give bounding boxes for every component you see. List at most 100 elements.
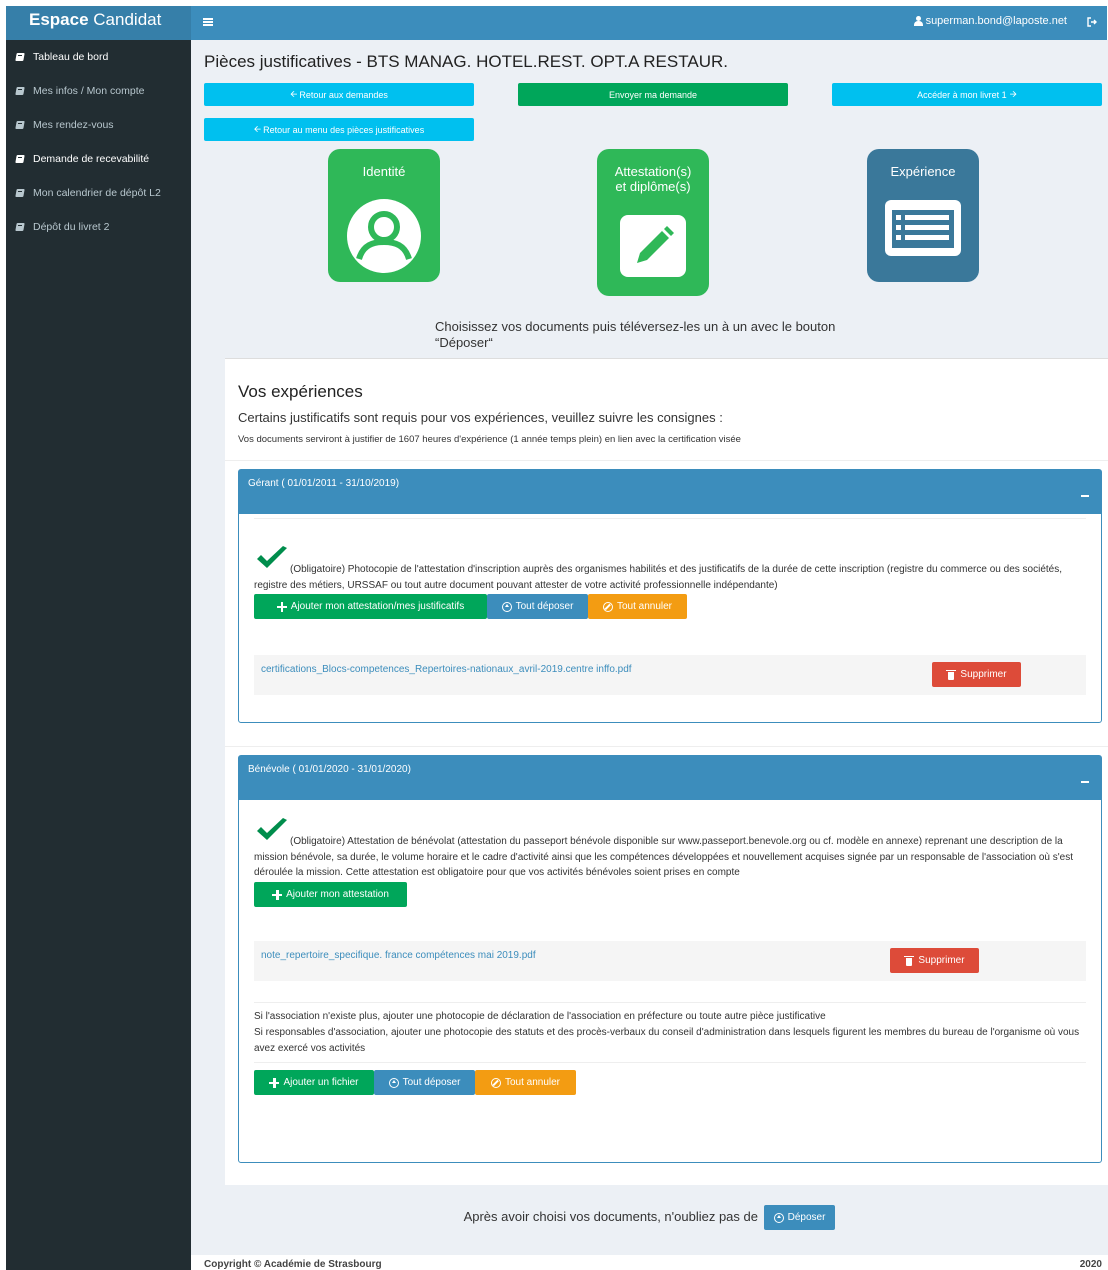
copyright: Copyright © Académie de Strasbourg (204, 1259, 382, 1270)
sidebar-item-dashboard[interactable]: Tableau de bord (6, 40, 191, 74)
upload-all-label: Tout déposer (402, 1077, 461, 1088)
upload-icon (501, 601, 512, 612)
cancel-all-button[interactable]: Tout annuler (588, 594, 687, 619)
deposit-button[interactable]: Déposer (763, 1205, 836, 1230)
divider (254, 1062, 1086, 1063)
arrow-left-icon: 🡨 (290, 88, 298, 99)
tile-experience-label: Expérience (890, 164, 956, 179)
trash-icon (904, 955, 915, 966)
add-file-button[interactable]: Ajouter un fichier (254, 1070, 374, 1095)
upload-icon (773, 1212, 784, 1223)
brand-logo[interactable]: Espace Candidat (6, 6, 191, 40)
deposit-reminder-text: Après avoir choisi vos documents, n'oubl… (463, 1208, 758, 1224)
uploaded-file-link[interactable]: note_repertoire_specifique. france compé… (261, 950, 536, 961)
sidebar-item-calendar[interactable]: Mon calendrier de dépôt L2 (6, 176, 191, 210)
sidebar-item-appointments[interactable]: Mes rendez-vous (6, 108, 191, 142)
uploaded-file-row: certifications_Blocs-competences_Reperto… (254, 655, 1086, 695)
sign-out-icon[interactable] (1087, 17, 1097, 27)
sidebar-item-label: Mon calendrier de dépôt L2 (33, 187, 161, 199)
sidebar-item-label: Demande de recevabilité (33, 153, 150, 165)
sidebar-item-label: Tableau de bord (33, 51, 109, 63)
add-attestation-button[interactable]: Ajouter mon attestation/mes justificatif… (254, 594, 487, 619)
sidebar-item-label: Mes infos / Mon compte (33, 85, 145, 97)
divider (254, 1002, 1086, 1003)
divider (225, 746, 1108, 747)
back-to-requests-label: Retour aux demandes (299, 89, 388, 100)
cancel-all-label: Tout annuler (504, 1077, 561, 1088)
cancel-all-button[interactable]: Tout annuler (475, 1070, 576, 1095)
book-icon (15, 222, 25, 232)
tile-experience[interactable]: Expérience (867, 149, 979, 282)
brand-bold: Espace (29, 10, 89, 29)
experiences-panel: Vos expériences Certains justificatifs s… (225, 358, 1108, 1185)
extra-note-1: Si l'association n'existe plus, ajouter … (254, 1011, 826, 1022)
add-attestation-label: Ajouter mon attestation (286, 889, 389, 900)
delete-file-label: Supprimer (960, 669, 1007, 680)
back-to-requests-button[interactable]: 🡨 Retour aux demandes (204, 83, 474, 106)
pencil-icon (620, 215, 686, 277)
sidebar-item-account[interactable]: Mes infos / Mon compte (6, 74, 191, 108)
upload-all-label: Tout déposer (515, 601, 574, 612)
experience-heading: Bénévole ( 01/01/2020 - 31/01/2020) (248, 764, 411, 775)
main-content: Pièces justificatives - BTS MANAG. HOTEL… (191, 40, 1108, 1270)
delete-file-button[interactable]: Supprimer (932, 662, 1021, 687)
tile-attestations[interactable]: Attestation(s) et diplôme(s) (597, 149, 709, 296)
upload-hint: Choisissez vos documents puis téléversez… (435, 319, 836, 350)
user-menu[interactable]: superman.bond@laposte.net (913, 15, 1067, 27)
uploaded-file-link[interactable]: certifications_Blocs-competences_Reperto… (261, 664, 632, 675)
experience-header[interactable]: Gérant ( 01/01/2011 - 31/10/2019) (239, 470, 1101, 514)
book-icon (15, 154, 25, 164)
sidebar-item-admissibility[interactable]: Demande de recevabilité (6, 142, 191, 176)
arrow-left-icon: 🡨 (253, 123, 262, 134)
back-to-menu-button[interactable]: 🡨 Retour au menu des pièces justificative… (204, 118, 474, 141)
copyright-year: 2020 (1079, 1259, 1102, 1270)
top-navbar: superman.bond@laposte.net (191, 6, 1107, 40)
user-email: superman.bond@laposte.net (925, 15, 1067, 27)
extra-note-2: Si responsables d'association, ajouter u… (254, 1027, 1080, 1054)
experiences-title: Vos expériences (238, 382, 363, 401)
delete-file-label: Supprimer (918, 955, 965, 966)
extra-file-actions: Ajouter un fichier Tout déposer Tout ann… (254, 1070, 576, 1095)
add-file-label: Ajouter un fichier (283, 1077, 359, 1088)
upload-all-button[interactable]: Tout déposer (487, 594, 588, 619)
experiences-subtitle: Certains justificatifs sont requis pour … (238, 410, 723, 425)
sidebar: Tableau de bord Mes infos / Mon compte M… (6, 40, 191, 1270)
send-request-button[interactable]: Envoyer ma demande (518, 83, 788, 106)
collapse-icon[interactable] (1081, 781, 1089, 783)
user-circle-icon (347, 199, 421, 273)
menu-toggle-icon[interactable] (203, 18, 213, 26)
uploaded-file-row: note_repertoire_specifique. france compé… (254, 941, 1086, 981)
book-icon (15, 52, 25, 62)
divider (254, 518, 1086, 519)
send-request-label: Envoyer ma demande (608, 89, 698, 100)
tile-attestations-line2: et diplôme(s) (615, 179, 691, 194)
file-actions: Ajouter mon attestation (254, 882, 407, 907)
add-attestation-label: Ajouter mon attestation/mes justificatif… (290, 601, 465, 612)
file-actions: Ajouter mon attestation/mes justificatif… (254, 594, 687, 619)
ban-icon (602, 601, 613, 612)
delete-file-button[interactable]: Supprimer (890, 948, 979, 973)
experience-card-gerant: Gérant ( 01/01/2011 - 31/10/2019) (Oblig… (238, 469, 1102, 723)
upload-all-button[interactable]: Tout déposer (374, 1070, 475, 1095)
book-icon (15, 188, 25, 198)
experiences-note: Vos documents serviront à justifier de 1… (238, 434, 741, 445)
deposit-reminder: Après avoir choisi vos documents, n'oubl… (191, 1205, 1108, 1230)
requirement-text: (Obligatoire) Attestation de bénévolat (… (254, 836, 1073, 878)
tile-identity[interactable]: Identité (328, 149, 440, 282)
book-icon (15, 120, 25, 130)
back-to-menu-label: Retour au menu des pièces justificatives (263, 124, 425, 135)
experience-card-benevole: Bénévole ( 01/01/2020 - 31/01/2020) (Obl… (238, 755, 1102, 1163)
tile-identity-label: Identité (362, 164, 406, 179)
collapse-icon[interactable] (1081, 495, 1089, 497)
trash-icon (946, 669, 957, 680)
experience-header[interactable]: Bénévole ( 01/01/2020 - 31/01/2020) (239, 756, 1101, 800)
list-icon (885, 200, 961, 256)
sidebar-item-livret2[interactable]: Dépôt du livret 2 (6, 210, 191, 244)
access-livret-label: Accéder à mon livret 1 (917, 89, 1007, 100)
access-livret-button[interactable]: Accéder à mon livret 1 🡪 (832, 83, 1102, 106)
add-attestation-button[interactable]: Ajouter mon attestation (254, 882, 407, 907)
page-title: Pièces justificatives - BTS MANAG. HOTEL… (204, 52, 728, 71)
page-footer: Copyright © Académie de Strasbourg 2020 (191, 1255, 1108, 1270)
ban-icon (490, 1077, 501, 1088)
brand-rest: Candidat (88, 10, 162, 29)
